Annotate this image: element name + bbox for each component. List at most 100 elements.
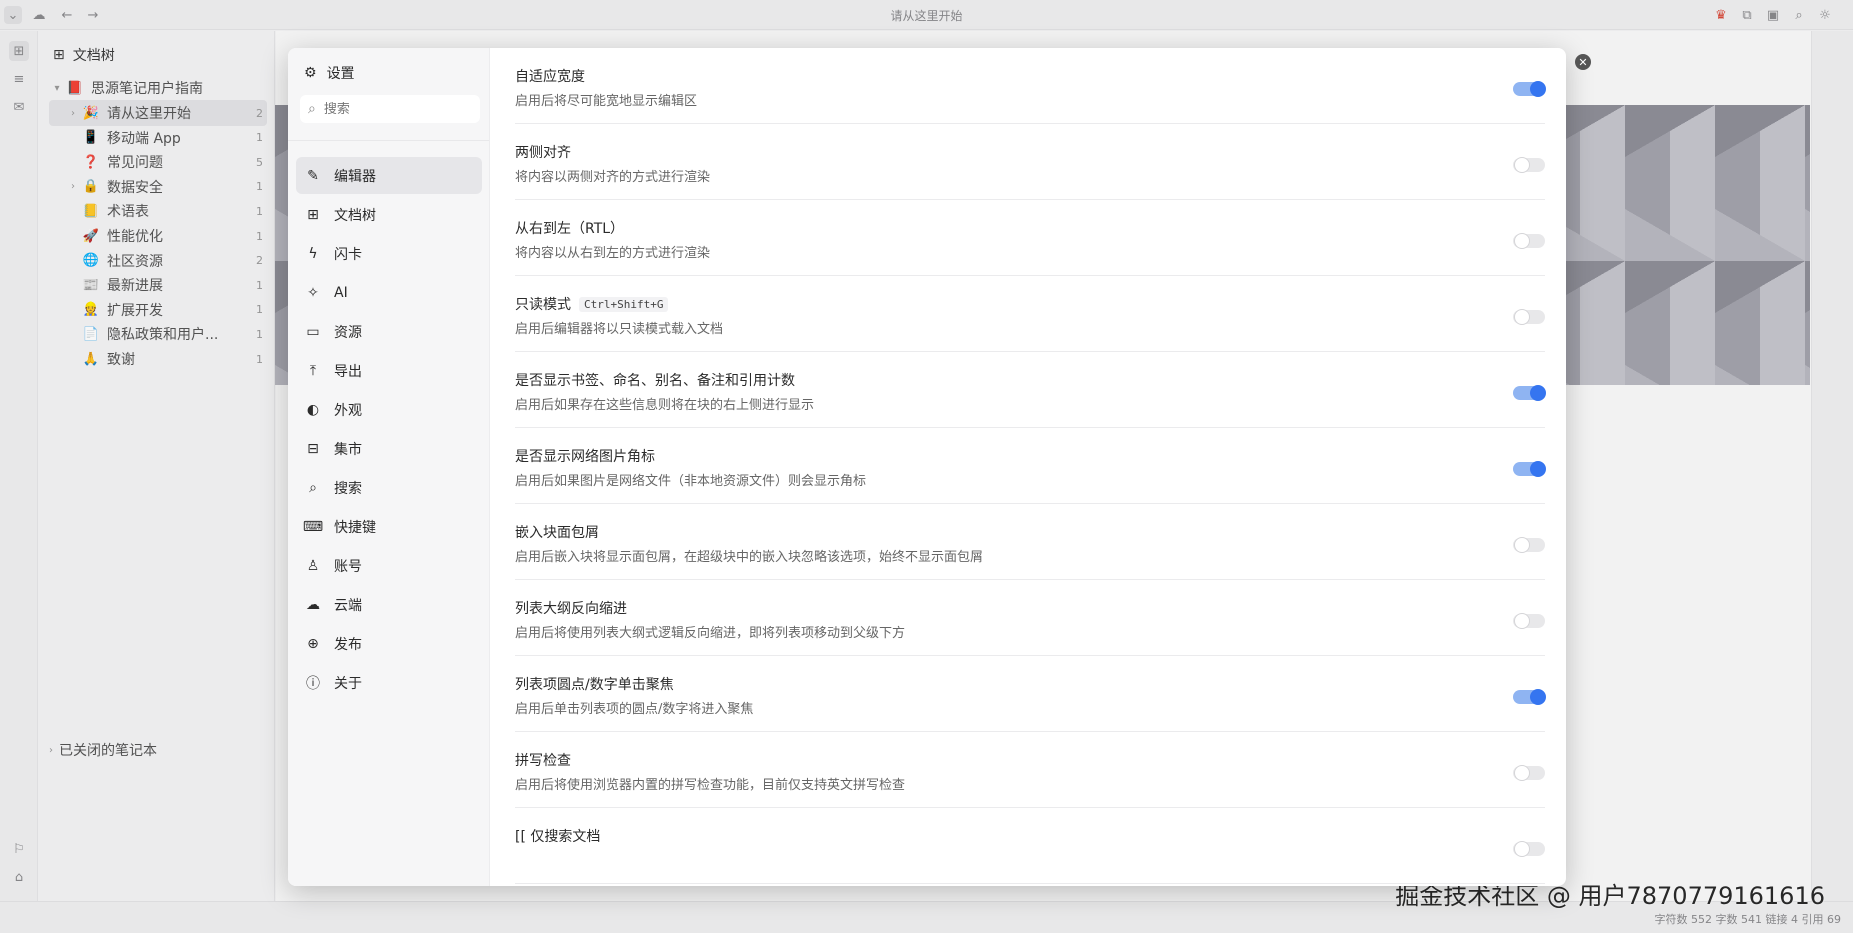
nav-icon: ⌕: [309, 479, 317, 496]
setting-title-wrap: 嵌入块面包屑: [515, 522, 599, 542]
setting-toggle[interactable]: [1513, 309, 1545, 325]
close-icon[interactable]: ✕: [1575, 54, 1591, 70]
settings-search[interactable]: ⌕: [300, 95, 480, 123]
nav-icon: ϟ: [308, 245, 318, 262]
settings-nav-item[interactable]: ✧ AI: [296, 274, 482, 311]
setting-row: 列表项圆点/数字单击聚焦 启用后单击列表项的圆点/数字将进入聚焦: [515, 656, 1546, 732]
setting-title: 两侧对齐: [515, 145, 571, 161]
nav-icon: ♙: [306, 557, 320, 574]
toggle-knob: [1530, 385, 1546, 401]
nav-label: 资源: [334, 324, 362, 341]
nav-label: 闪卡: [334, 246, 362, 263]
setting-row: 列表大纲反向缩进 启用后将使用列表大纲式逻辑反向缩进，即将列表项移动到父级下方: [515, 580, 1545, 656]
setting-description: 启用后将尽可能宽地显示编辑区: [515, 94, 698, 109]
nav-icon: ✎: [307, 167, 319, 184]
toggle-knob: [1514, 613, 1530, 629]
setting-row: 是否显示网络图片角标 启用后如果图片是网络文件（非本地资源文件）则会显示角标: [515, 428, 1546, 504]
setting-row: 两侧对齐 将内容以两侧对齐的方式进行渲染: [515, 124, 1545, 200]
nav-icon: ▭: [306, 323, 320, 340]
settings-nav-item[interactable]: ⊞ 文档树: [296, 196, 482, 233]
nav-icon: ⤒: [309, 362, 317, 379]
nav-label: 关于: [334, 675, 362, 692]
setting-toggle[interactable]: [1513, 81, 1546, 97]
setting-toggle[interactable]: [1513, 689, 1546, 705]
settings-nav-item[interactable]: ⓘ 关于: [296, 664, 482, 701]
nav-label: 快捷键: [334, 519, 376, 536]
setting-title: 只读模式: [515, 297, 571, 313]
settings-nav-item[interactable]: ✎ 编辑器: [296, 157, 482, 194]
settings-nav-item[interactable]: ♙ 账号: [296, 547, 482, 584]
setting-toggle[interactable]: [1513, 385, 1546, 401]
setting-description: 启用后如果存在这些信息则将在块的右上侧进行显示: [515, 398, 815, 413]
setting-row: 自适应宽度启用后将尽可能宽地显示编辑区: [515, 48, 1546, 124]
nav-label: 云端: [334, 597, 362, 614]
nav-icon: ⌨: [302, 518, 324, 535]
setting-title-wrap: 只读模式 Ctrl+Shift+G: [515, 294, 669, 314]
nav-label: AI: [334, 284, 348, 301]
setting-description: 将内容以从右到左的方式进行渲染: [515, 246, 711, 261]
settings-nav-item[interactable]: ⌕ 搜索: [296, 469, 482, 506]
setting-title: 是否显示网络图片角标: [515, 449, 655, 465]
toggle-knob: [1514, 233, 1530, 249]
toggle-knob: [1514, 841, 1530, 857]
settings-nav-item[interactable]: ⤒ 导出: [296, 352, 482, 389]
setting-row: 嵌入块面包屑启用后嵌入块将显示面包屑，在超级块中的嵌入块忽略该选项，始终不显示面…: [515, 504, 1545, 580]
nav-icon: ☁: [306, 596, 320, 613]
setting-row: 只读模式 Ctrl+Shift+G 启用后编辑器将以只读模式载入文档: [515, 276, 1545, 352]
setting-description: 启用后将使用浏览器内置的拼写检查功能，目前仅支持英文拼写检查: [515, 778, 906, 793]
nav-label: 搜索: [334, 480, 362, 497]
setting-title-wrap: [[ 仅搜索文档: [515, 826, 600, 846]
setting-toggle[interactable]: [1513, 613, 1545, 629]
nav-label: 账号: [334, 558, 362, 575]
settings-nav-item[interactable]: ◐ 外观: [296, 391, 482, 428]
settings-nav-item[interactable]: ▭ 资源: [296, 313, 482, 350]
settings-title-label: 设置: [326, 66, 355, 82]
setting-title: 列表大纲反向缩进: [515, 601, 627, 617]
setting-toggle[interactable]: [1513, 461, 1546, 477]
toggle-knob: [1514, 309, 1530, 325]
setting-description: 启用后嵌入块将显示面包屑，在超级块中的嵌入块忽略该选项，始终不显示面包屑: [515, 550, 984, 565]
nav-label: 导出: [334, 363, 362, 380]
toggle-knob: [1530, 81, 1546, 97]
toggle-knob: [1530, 689, 1546, 705]
setting-description: 启用后编辑器将以只读模式载入文档: [515, 322, 724, 337]
settings-nav-item[interactable]: ⊟ 集市: [296, 430, 482, 467]
setting-title-wrap: 自适应宽度: [515, 66, 585, 86]
setting-toggle[interactable]: [1513, 157, 1545, 173]
settings-title: ⚙ 设置: [304, 63, 355, 83]
setting-title: 从右到左（RTL）: [515, 221, 625, 237]
settings-search-input[interactable]: [323, 101, 464, 117]
shortcut-key: Ctrl+Shift+G: [579, 296, 669, 312]
setting-title-wrap: 从右到左（RTL）: [515, 218, 624, 238]
setting-row: 是否显示书签、命名、别名、备注和引用计数 启用后如果存在这些信息则将在块的右上侧进…: [515, 352, 1546, 428]
settings-content: 自适应宽度 启用后将尽可能宽地显示编辑区 两侧对齐 将内容以两侧对齐的方式进行渲染 从右…: [491, 48, 1566, 886]
settings-nav-item[interactable]: ⊕ 发布: [296, 625, 482, 662]
nav-label: 发布: [334, 636, 362, 653]
nav-label: 外观: [334, 402, 362, 419]
toggle-knob: [1514, 157, 1530, 173]
toggle-knob: [1530, 461, 1546, 477]
gear-icon: ⚙: [304, 65, 317, 81]
setting-title: 自适应宽度: [515, 69, 585, 85]
nav-icon: ◐: [306, 401, 320, 418]
setting-toggle[interactable]: [1513, 841, 1545, 857]
nav-icon: ⊟: [307, 440, 319, 457]
setting-title-wrap: 列表项圆点/数字单击聚焦: [515, 674, 674, 694]
setting-toggle[interactable]: [1513, 537, 1545, 553]
setting-toggle[interactable]: [1513, 233, 1545, 249]
setting-title-wrap: 是否显示网络图片角标: [515, 446, 655, 466]
setting-toggle[interactable]: [1513, 765, 1545, 781]
setting-title: [[ 仅搜索文档: [515, 829, 601, 845]
nav-icon: ⓘ: [306, 675, 320, 692]
search-icon: ⌕: [308, 101, 316, 117]
settings-nav-item[interactable]: ☁ 云端: [296, 586, 482, 623]
setting-row: 从右到左（RTL） 将内容以从右到左的方式进行渲染: [515, 200, 1545, 276]
settings-nav-item[interactable]: ⌨ 快捷键: [296, 508, 482, 545]
setting-title-wrap: 列表大纲反向缩进: [515, 598, 627, 618]
toggle-knob: [1514, 765, 1530, 781]
setting-row: [[ 仅搜索文档: [515, 808, 1545, 884]
setting-title: 嵌入块面包屑: [515, 525, 599, 541]
setting-row: 拼写检查 启用后将使用浏览器内置的拼写检查功能，目前仅支持英文拼写检查: [515, 732, 1545, 808]
settings-nav-item[interactable]: ϟ 闪卡: [296, 235, 482, 272]
settings-dialog: ⚙ 设置 ⌕ ✎ 编辑器 ⊞ 文档树 ϟ 闪卡 ✧ AI ▭ 资源 ⤒ 导出 ◐ 外观 ⊟ 集市 ⌕ 搜索 ⌨ 快捷键…: [288, 48, 1566, 886]
